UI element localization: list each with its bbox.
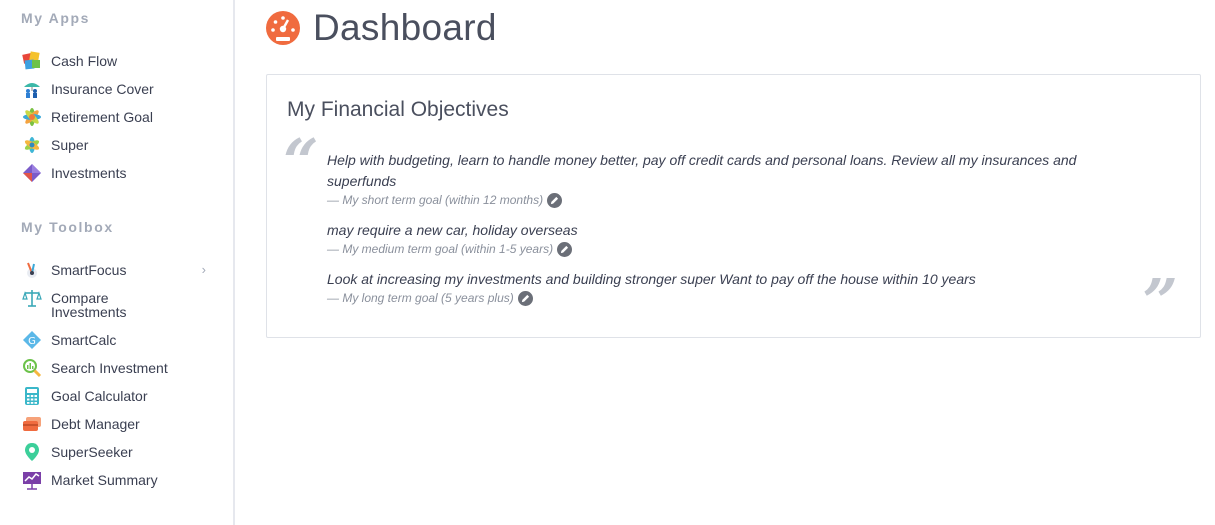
main-content: Dashboard My Financial Objectives “ Help… — [237, 0, 1215, 525]
sidebar-item-super[interactable]: Super — [22, 135, 212, 158]
super-icon — [22, 135, 42, 155]
sidebar-item-label: Compare Investments — [51, 290, 127, 320]
map-pin-icon — [22, 442, 42, 462]
edit-pencil-icon[interactable] — [557, 241, 573, 257]
chevron-right-icon[interactable]: › — [202, 263, 206, 277]
insurance-cover-icon — [22, 79, 42, 99]
sidebar-item-label: Super — [51, 137, 89, 153]
page-title: Dashboard — [313, 7, 497, 48]
goal-meta-label: — My long term goal (5 years plus) — [327, 291, 514, 305]
goal-meta: — My long term goal (5 years plus) — [327, 290, 1107, 306]
sidebar-item-debt-manager[interactable]: Debt Manager — [22, 417, 212, 437]
medium-term-goal: may require a new car, holiday overseas … — [327, 220, 1107, 257]
sidebar-item-label: Debt Manager — [51, 416, 140, 432]
cash-flow-icon — [22, 51, 42, 71]
goal-meta: — My short term goal (within 12 months) — [327, 192, 1107, 208]
goal-text: Help with budgeting, learn to handle mon… — [327, 152, 1077, 189]
retirement-goal-icon — [22, 107, 42, 127]
scales-icon — [22, 288, 42, 308]
sidebar-item-label: SuperSeeker — [51, 444, 133, 460]
sidebar-item-label: Insurance Cover — [51, 81, 154, 97]
sidebar-item-retirement-goal[interactable]: Retirement Goal — [22, 107, 212, 130]
close-quote-icon: ” — [1142, 265, 1178, 338]
sidebar-item-label: Market Summary — [51, 472, 158, 488]
sidebar-item-cash-flow[interactable]: Cash Flow — [22, 51, 212, 74]
goal-meta: — My medium term goal (within 1-5 years) — [327, 241, 1107, 257]
sidebar-item-search-investment[interactable]: Search Investment — [22, 358, 212, 381]
sidebar-item-compare-investments[interactable]: Compare Investments — [22, 288, 212, 320]
sidebar-item-smartfocus[interactable]: SmartFocus › — [22, 263, 212, 283]
my-toolbox-heading: My Toolbox — [21, 219, 114, 235]
investments-icon — [22, 163, 42, 183]
card-title: My Financial Objectives — [287, 98, 509, 121]
search-investment-icon — [22, 358, 42, 378]
sidebar-item-market-summary[interactable]: Market Summary — [22, 470, 212, 493]
sidebar-item-label: Search Investment — [51, 360, 168, 376]
edit-pencil-icon[interactable] — [547, 192, 563, 208]
sidebar-item-investments[interactable]: Investments — [22, 163, 212, 186]
sidebar-item-goal-calculator[interactable]: Goal Calculator — [22, 386, 212, 409]
sidebar-item-label: Retirement Goal — [51, 109, 153, 125]
financial-objectives-card: My Financial Objectives “ Help with budg… — [266, 74, 1201, 338]
sidebar-item-smartcalc[interactable]: G SmartCalc — [22, 330, 212, 353]
chart-board-icon — [22, 470, 42, 490]
sidebar: My Apps Cash Flow Insurance Cover Retire… — [0, 0, 235, 525]
sidebar-item-superseeker[interactable]: SuperSeeker — [22, 442, 212, 465]
goal-meta-label: — My medium term goal (within 1-5 years) — [327, 242, 554, 256]
sidebar-item-insurance-cover[interactable]: Insurance Cover — [22, 82, 212, 102]
short-term-goal: Help with budgeting, learn to handle mon… — [327, 150, 1107, 208]
sidebar-item-label: Goal Calculator — [51, 388, 148, 404]
goal-text: Look at increasing my investments and bu… — [327, 271, 976, 287]
smartcalc-icon: G — [22, 330, 42, 350]
long-term-goal: Look at increasing my investments and bu… — [327, 269, 1107, 306]
edit-pencil-icon[interactable] — [517, 290, 533, 306]
page-header: Dashboard — [265, 7, 497, 48]
smartfocus-icon — [22, 260, 42, 280]
sidebar-item-label: Investments — [51, 165, 127, 181]
svg-text:G: G — [28, 336, 36, 347]
calculator-icon — [22, 386, 42, 406]
my-apps-heading: My Apps — [21, 10, 91, 26]
goal-text: may require a new car, holiday overseas — [327, 222, 578, 238]
open-quote-icon: “ — [283, 125, 319, 198]
sidebar-item-label: Cash Flow — [51, 53, 118, 69]
dashboard-gauge-icon — [265, 10, 301, 46]
goal-meta-label: — My short term goal (within 12 months) — [327, 193, 544, 207]
sidebar-item-label: SmartFocus — [51, 262, 127, 278]
sidebar-item-label: SmartCalc — [51, 332, 117, 348]
credit-card-icon — [22, 414, 42, 434]
